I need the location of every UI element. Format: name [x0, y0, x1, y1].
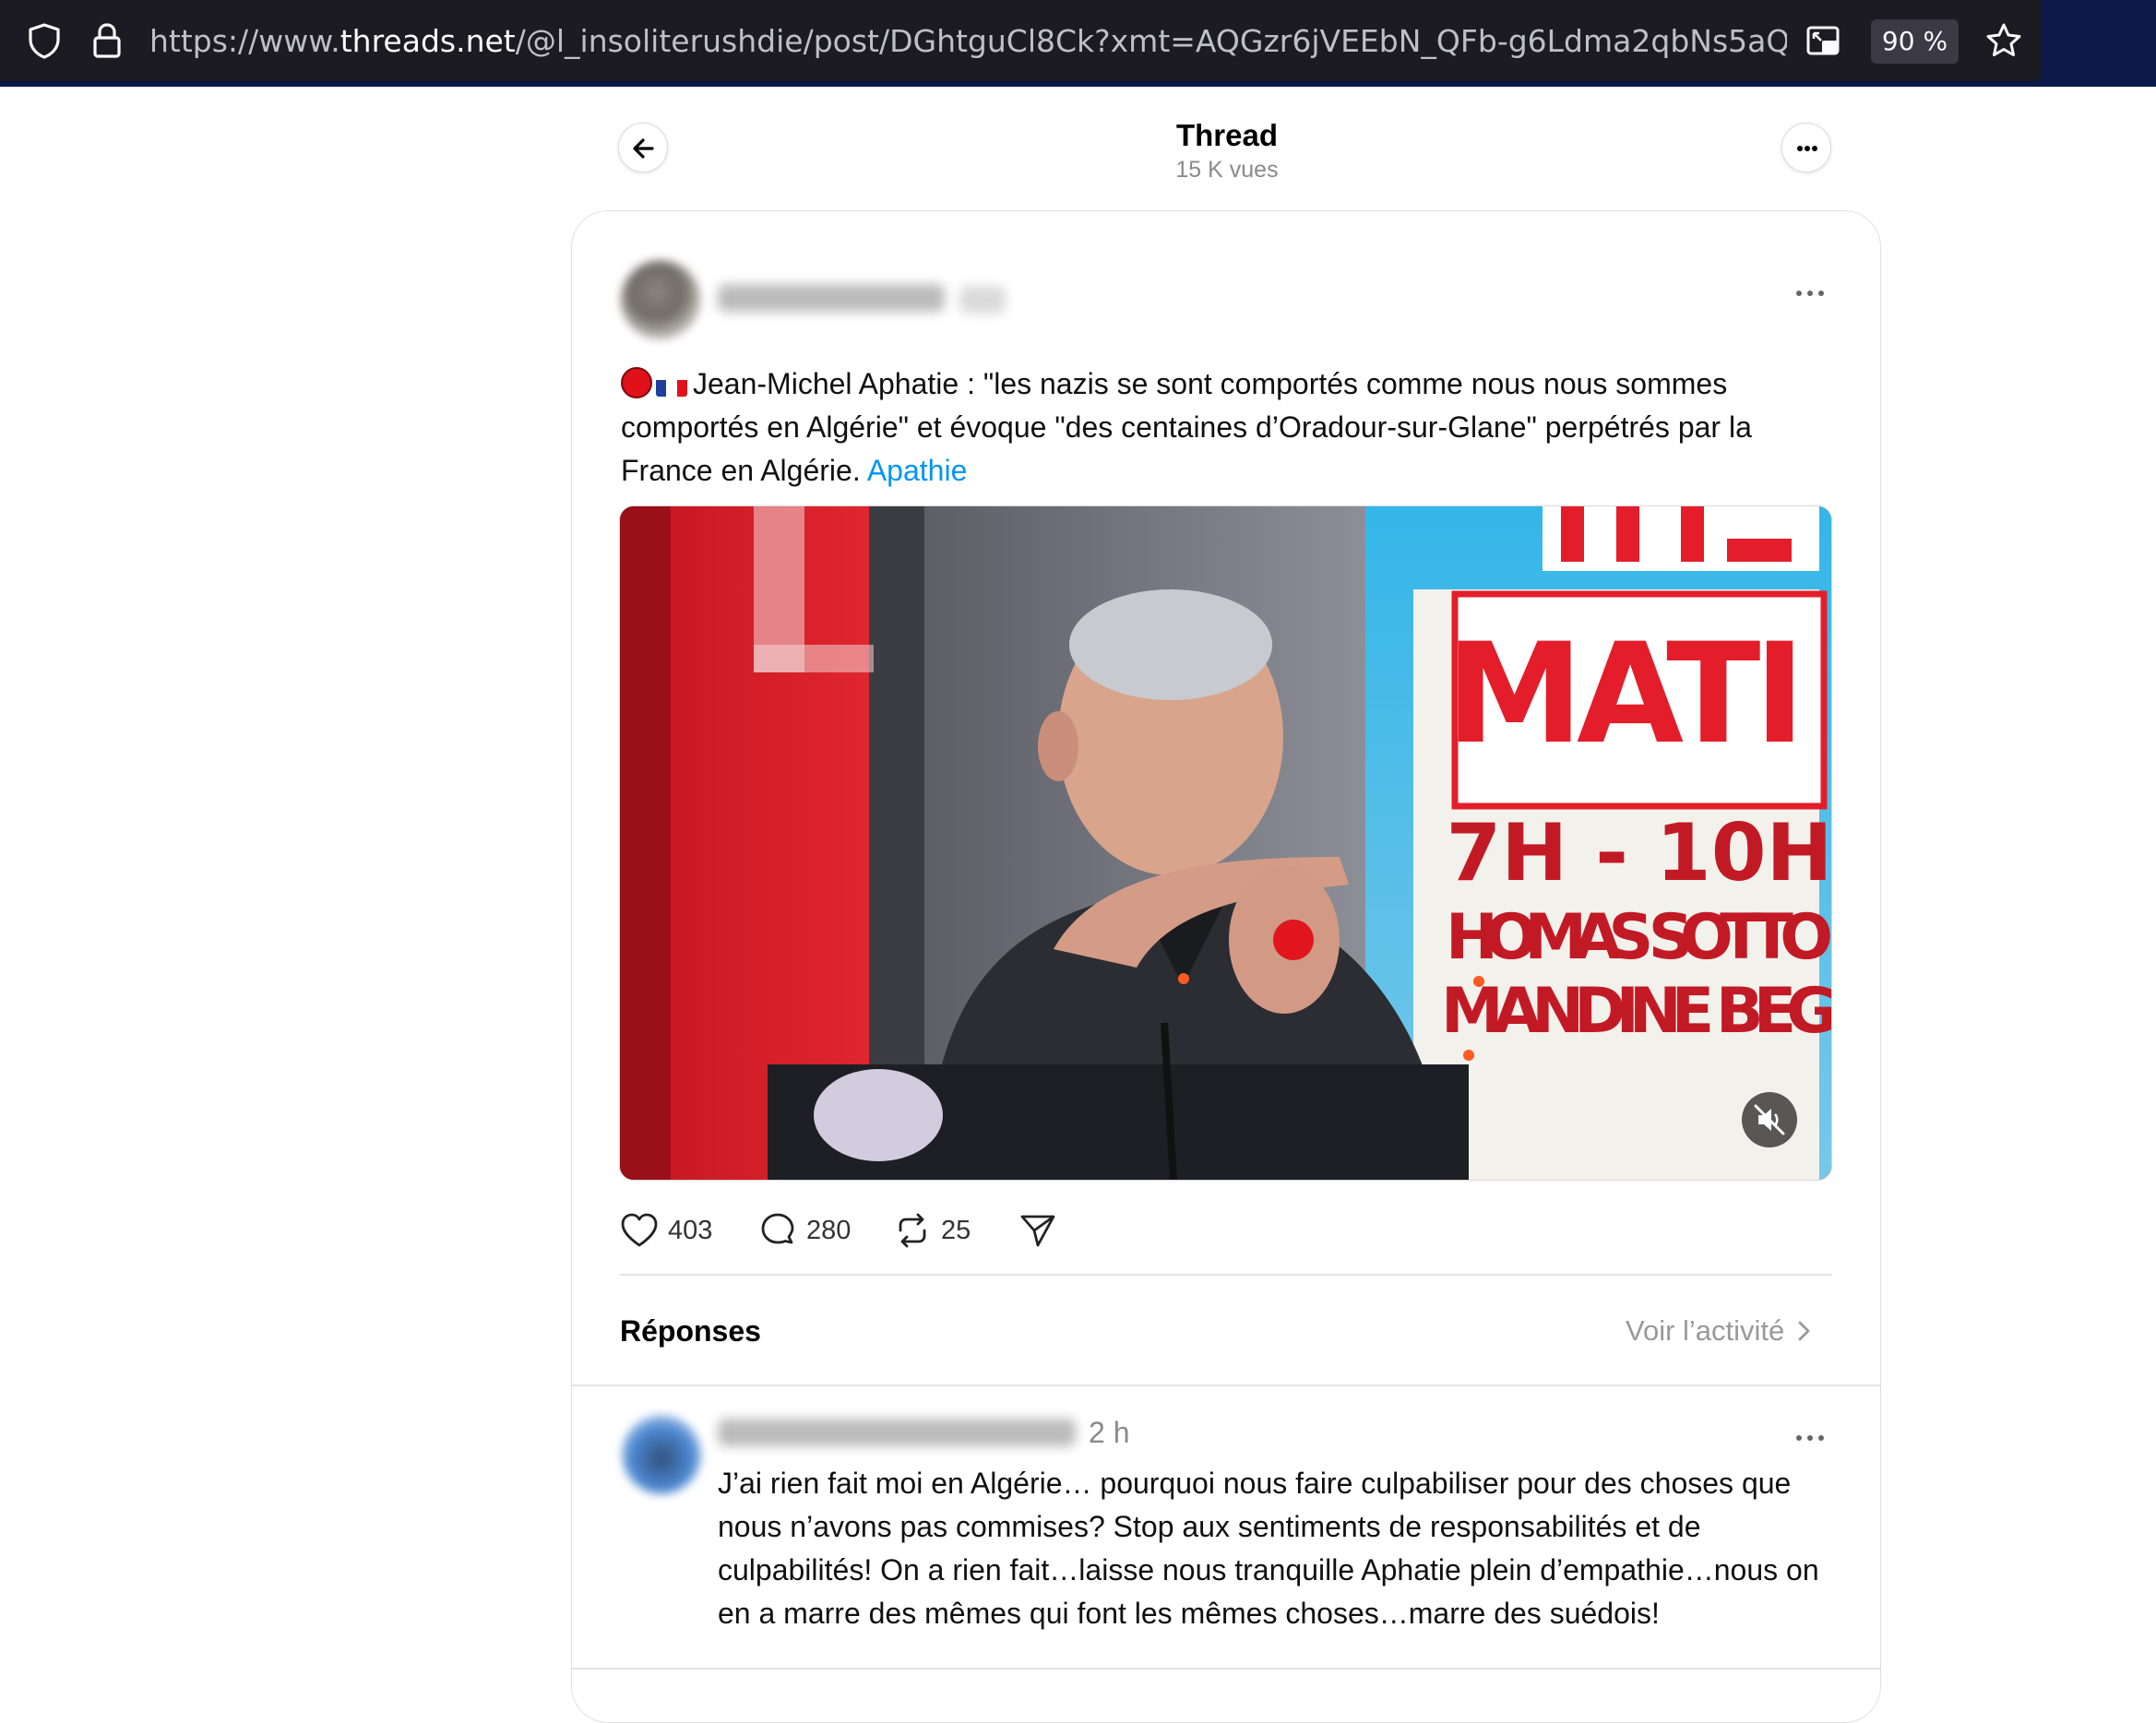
reply-text: J’ai rien fait moi en Algérie… pourquoi … [718, 1467, 1819, 1630]
more-icon [1796, 1435, 1824, 1441]
share-icon [1020, 1215, 1055, 1247]
more-icon [1796, 291, 1824, 296]
view-activity-link[interactable]: Voir l’activité [1626, 1314, 1816, 1348]
post-text: Jean-Michel Aphatie : "les nazis se sont… [621, 362, 1839, 493]
browser-toolbar: https://www.threads.net/@l_insoliterushd… [0, 0, 2156, 87]
chevron-right-icon [1798, 1321, 1810, 1341]
comment-icon [761, 1213, 794, 1244]
video-text-matin: MATI [1446, 614, 1805, 775]
reply-more-button[interactable] [1794, 1423, 1826, 1455]
video-text-hours: 7H - 10H [1446, 807, 1832, 899]
post-body: Jean-Michel Aphatie : "les nazis se sont… [621, 367, 1752, 487]
share-button[interactable] [1018, 1210, 1066, 1251]
france-flag-emoji [656, 373, 687, 397]
post-more-button[interactable] [1794, 279, 1826, 310]
post-time-blurred [959, 286, 1006, 314]
like-button[interactable]: 403 [620, 1210, 712, 1251]
comment-count: 280 [806, 1215, 852, 1245]
reply-timestamp: 2 h [1089, 1416, 1130, 1449]
heart-icon [621, 1213, 658, 1247]
responses-heading: Réponses [620, 1314, 761, 1348]
red-circle-emoji [621, 367, 652, 398]
picture-in-picture-icon[interactable] [1804, 20, 1844, 61]
repost-button[interactable]: 25 [893, 1210, 971, 1251]
view-activity-label: Voir l’activité [1626, 1314, 1785, 1347]
back-arrow-icon [633, 138, 654, 159]
lock-icon[interactable] [87, 20, 127, 61]
repost-count: 25 [941, 1215, 971, 1245]
post-video[interactable]: MATI 7H - 10H HOMAS SOTTO MANDINE BEG [619, 505, 1832, 1181]
video-text-host1: HOMAS SOTTO [1446, 901, 1832, 974]
divider [572, 1668, 1880, 1670]
topic-tag-link[interactable]: Apathie [867, 454, 968, 487]
like-count: 403 [668, 1215, 713, 1245]
mute-icon [1754, 1104, 1785, 1135]
url-field[interactable]: https://www.threads.net/@l_insoliterushd… [149, 20, 1787, 63]
page-title: Thread [1175, 118, 1279, 152]
shield-icon[interactable] [24, 20, 65, 61]
divider [572, 1384, 1880, 1386]
zoom-level-button[interactable]: 90 % [1871, 19, 1959, 64]
page-more-button[interactable] [1781, 123, 1831, 172]
back-button[interactable] [618, 123, 668, 172]
reply-author-avatar[interactable] [622, 1415, 701, 1494]
reply-username-blurred[interactable] [718, 1419, 1076, 1446]
repost-icon [899, 1213, 926, 1248]
mute-button[interactable] [1742, 1092, 1797, 1147]
video-frame: MATI 7H - 10H HOMAS SOTTO MANDINE BEG [620, 506, 1832, 1180]
more-icon [1797, 146, 1817, 151]
comment-button[interactable]: 280 [758, 1210, 851, 1251]
author-avatar[interactable] [621, 260, 700, 339]
divider [620, 1274, 1832, 1276]
address-bar[interactable]: https://www.threads.net/@l_insoliterushd… [0, 0, 2041, 81]
author-username-blurred[interactable] [718, 284, 945, 312]
video-text-host2: MANDINE BEG [1441, 975, 1832, 1048]
star-icon[interactable] [1983, 20, 2024, 61]
view-count: 15 K vues [1175, 157, 1279, 183]
